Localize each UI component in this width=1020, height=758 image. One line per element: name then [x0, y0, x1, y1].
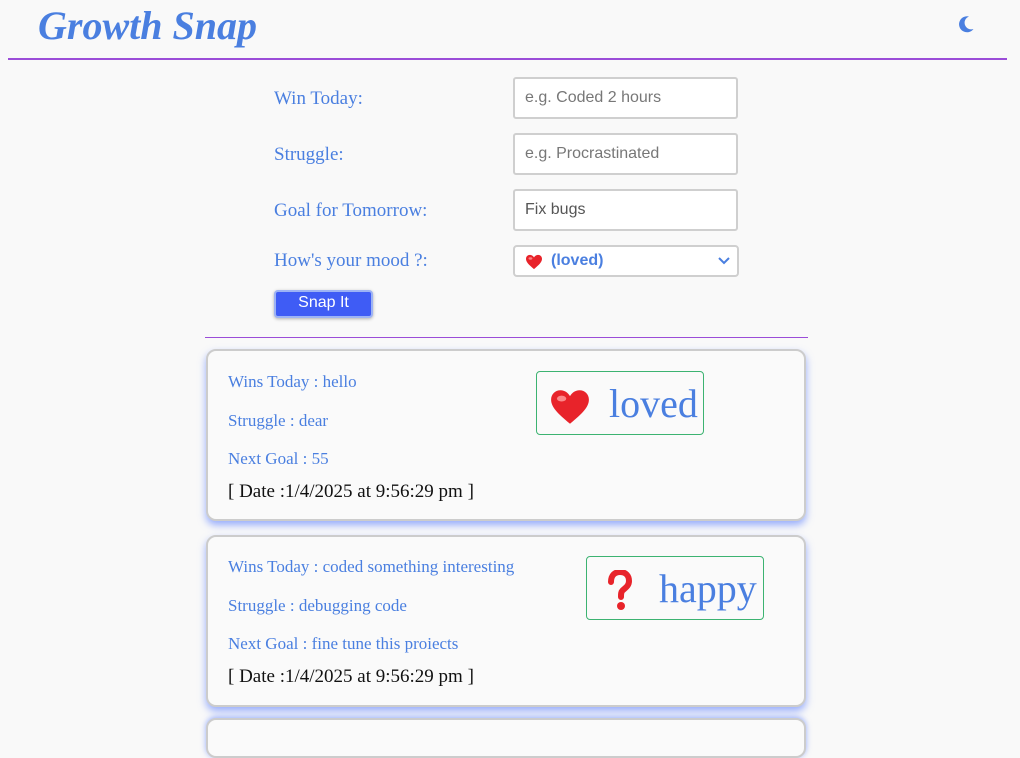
entry-card — [206, 718, 806, 758]
moon-icon[interactable] — [956, 14, 976, 34]
entry-mood-text: happy — [659, 566, 757, 611]
entry-struggle: Struggle : debugging code — [228, 596, 407, 615]
win-today-input[interactable] — [513, 77, 738, 119]
entry-struggle: Struggle : dear — [228, 411, 329, 430]
snap-it-button[interactable]: Snap It — [274, 290, 373, 318]
entry-card: Wins Today : coded something interesting… — [206, 535, 806, 707]
heart-icon — [551, 390, 589, 424]
entry-date: [ Date :1/4/2025 at 9:56:29 pm ] — [228, 666, 474, 687]
app-header: Growth Snap — [8, 0, 1007, 60]
entry-mood-badge: loved — [536, 371, 704, 435]
heart-icon — [526, 254, 542, 270]
goal-tomorrow-label: Goal for Tomorrow: — [274, 200, 428, 221]
entry-next-goal: Next Goal : fine tune this proiects — [228, 634, 459, 653]
goal-tomorrow-input[interactable] — [513, 189, 738, 231]
entry-wins: Wins Today : coded something interesting — [228, 557, 515, 576]
mood-label: How's your mood ?: — [274, 250, 428, 271]
win-today-label: Win Today: — [274, 88, 363, 109]
entry-mood-text: loved — [609, 381, 698, 426]
mood-select-value: (loved) — [551, 252, 604, 269]
mood-select[interactable]: (loved) — [513, 245, 739, 277]
app-title: Growth Snap — [38, 3, 257, 48]
entry-wins: Wins Today : hello — [228, 372, 357, 391]
struggle-label: Struggle: — [274, 144, 344, 165]
question-mark-icon — [608, 570, 633, 610]
entry-date: [ Date :1/4/2025 at 9:56:29 pm ] — [228, 481, 474, 502]
divider — [205, 337, 808, 338]
entry-mood-badge: happy — [586, 556, 764, 620]
entry-card: Wins Today : hello Struggle : dear Next … — [206, 349, 806, 521]
entry-next-goal: Next Goal : 55 — [228, 449, 329, 468]
struggle-input[interactable] — [513, 133, 738, 175]
chevron-down-icon — [718, 257, 730, 265]
